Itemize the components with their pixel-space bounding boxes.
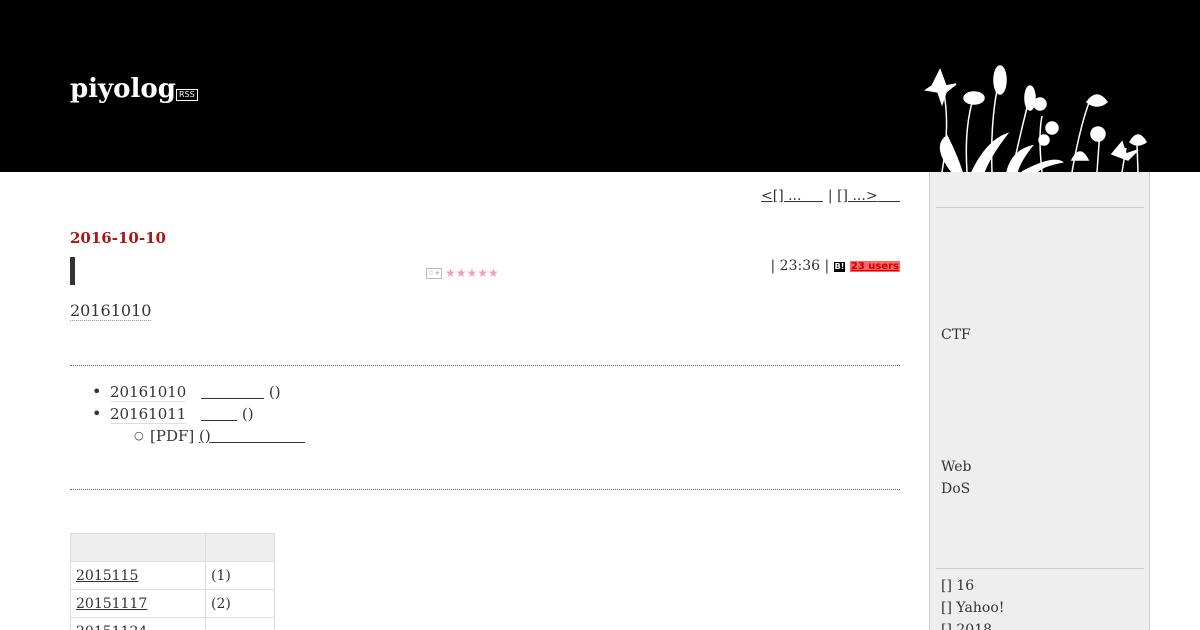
sidebar: CTF Web DoS [] 16 [] Yahoo! [] 2018 bbox=[929, 172, 1150, 630]
stars-icon: ★★★★★ bbox=[445, 266, 499, 280]
rss-icon[interactable]: RSS bbox=[176, 89, 198, 101]
sidebar-news-item[interactable]: [] Yahoo! bbox=[941, 600, 1004, 616]
link-date: 20161011 bbox=[110, 405, 187, 424]
star-rating[interactable]: ☆+ ★★★★★ bbox=[426, 266, 499, 280]
entry-body-date: 20161010 bbox=[70, 301, 152, 321]
bookmark-count[interactable]: 23 users bbox=[849, 261, 900, 272]
pager-separator: | bbox=[827, 188, 833, 204]
article-link[interactable] bbox=[201, 407, 238, 421]
archive-count: (2) bbox=[205, 589, 275, 618]
link-date: 20161010 bbox=[110, 383, 187, 402]
entry-time: | 23:36 | bbox=[770, 258, 830, 274]
entry-date[interactable]: 2016-10-10 bbox=[70, 229, 166, 247]
entry-meta: | 23:36 | B! 23 users bbox=[771, 258, 900, 274]
pdf-link[interactable]: () bbox=[199, 427, 305, 445]
prev-entry-link[interactable]: <[] ... bbox=[761, 188, 801, 204]
archive-date-link[interactable]: 20151117 bbox=[76, 596, 147, 612]
sidebar-item-web[interactable]: Web bbox=[941, 459, 972, 475]
table-header-row bbox=[70, 533, 275, 562]
pdf-label: [PDF] bbox=[150, 427, 195, 445]
table-row: 20151117 (2) bbox=[70, 589, 275, 618]
sidebar-news-item[interactable]: [] 2018 bbox=[941, 622, 992, 630]
hatena-bookmark-icon[interactable]: B! bbox=[833, 262, 846, 272]
table-row: 20151124 bbox=[70, 617, 275, 630]
section-divider bbox=[70, 489, 900, 490]
add-star-icon[interactable]: ☆+ bbox=[426, 268, 442, 279]
sidebar-news-item[interactable]: [] 16 bbox=[941, 578, 974, 594]
site-title[interactable]: piyolog bbox=[70, 74, 176, 104]
site-header: piyolog RSS bbox=[0, 0, 1200, 172]
entry-title-marker bbox=[70, 257, 75, 285]
sidebar-divider bbox=[936, 207, 1144, 208]
article-link[interactable] bbox=[201, 385, 265, 399]
entry-body: 20161010 bbox=[70, 301, 152, 321]
archive-count: (1) bbox=[205, 561, 275, 590]
sidebar-item-ctf[interactable]: CTF bbox=[941, 327, 971, 343]
list-item: [PDF] () bbox=[70, 426, 305, 448]
sidebar-divider bbox=[936, 568, 1144, 569]
table-row: 2015115 (1) bbox=[70, 561, 275, 590]
archive-date-link[interactable]: 2015115 bbox=[76, 568, 138, 584]
archive-count bbox=[205, 617, 275, 630]
section-divider bbox=[70, 365, 900, 366]
flower-decoration-image bbox=[924, 65, 1147, 172]
link-source: () bbox=[241, 405, 254, 423]
list-item: 20161011 () bbox=[70, 404, 305, 426]
sidebar-item-dos[interactable]: DoS bbox=[941, 481, 970, 497]
pager: <[] ... | [] ...> bbox=[761, 188, 900, 204]
next-entry-link[interactable]: [] ...> bbox=[837, 188, 877, 204]
link-source: () bbox=[268, 383, 281, 401]
archive-date-link[interactable]: 20151124 bbox=[76, 624, 147, 630]
archive-table: 2015115 (1) 20151117 (2) 20151124 bbox=[70, 533, 275, 630]
list-item: 20161010 () bbox=[70, 382, 305, 404]
link-list: 20161010 () 20161011 () [PDF] () bbox=[70, 382, 305, 448]
